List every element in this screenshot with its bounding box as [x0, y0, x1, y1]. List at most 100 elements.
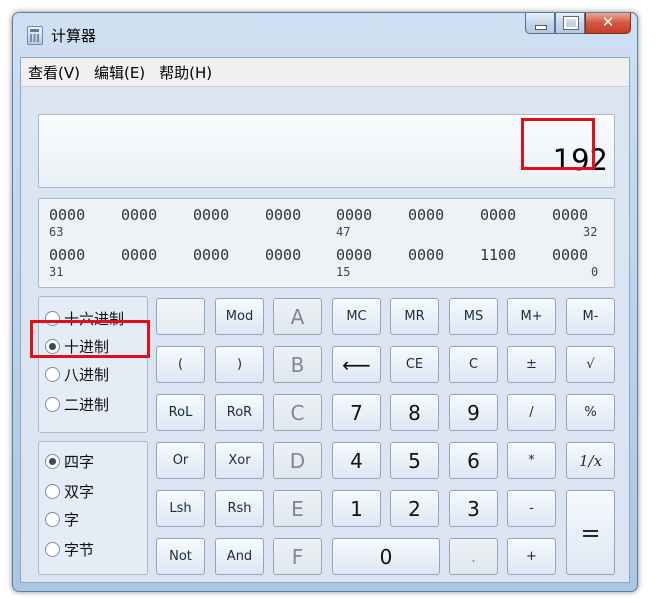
menu-help[interactable]: 帮助(H): [152, 62, 219, 83]
right-shift-button[interactable]: Rsh: [215, 490, 264, 527]
bit-group: 0000: [193, 246, 230, 264]
digit-7-button[interactable]: 7: [332, 394, 381, 431]
calculator-icon: [27, 26, 43, 45]
window-title: 计算器: [51, 27, 97, 45]
hex-d-button[interactable]: D: [273, 442, 322, 479]
backspace-button[interactable]: ⟵: [332, 346, 381, 383]
calculator-window: 计算器 ✕ 查看(V) 编辑(E) 帮助(H) 192 0000 0000 00…: [12, 12, 638, 592]
bit-group: 0000: [336, 246, 373, 264]
digit-6-button[interactable]: 6: [449, 442, 498, 479]
close-icon: ✕: [601, 13, 615, 31]
close-button[interactable]: ✕: [585, 13, 631, 34]
radio-button-icon: [45, 511, 60, 527]
and-button[interactable]: And: [215, 538, 264, 575]
radio-label: 二进制: [64, 395, 110, 414]
rotate-right-button[interactable]: RoR: [215, 394, 264, 431]
or-button[interactable]: Or: [156, 442, 205, 479]
bit-group: 0000: [408, 246, 445, 264]
bit-group: 0000: [552, 206, 589, 224]
radio-oct[interactable]: 八进制: [45, 363, 109, 385]
decimal-button[interactable]: .: [449, 538, 498, 575]
bit-group: 0000: [193, 206, 230, 224]
radio-button-icon: [45, 396, 60, 412]
hex-b-button[interactable]: B: [273, 346, 322, 383]
digit-5-button[interactable]: 5: [390, 442, 439, 479]
reciprocal-button[interactable]: 1/x: [566, 442, 615, 479]
maximize-button[interactable]: [555, 13, 585, 34]
menu-view[interactable]: 查看(V): [21, 62, 87, 83]
memory-add-button[interactable]: M+: [507, 298, 556, 335]
hex-e-button[interactable]: E: [273, 490, 322, 527]
minimize-icon: [535, 25, 547, 30]
radio-button-icon: [45, 453, 60, 469]
radio-button-icon: [45, 541, 60, 557]
bit-index: 15: [336, 265, 351, 279]
clear-entry-button[interactable]: CE: [390, 346, 439, 383]
multiply-button[interactable]: *: [507, 442, 556, 479]
bit-group: 0000: [265, 206, 302, 224]
divide-button[interactable]: /: [507, 394, 556, 431]
digit-8-button[interactable]: 8: [390, 394, 439, 431]
highlight-box-decimal-option: [30, 320, 150, 358]
subtract-button[interactable]: -: [507, 490, 556, 527]
digit-0-button[interactable]: 0: [332, 538, 440, 575]
memory-store-button[interactable]: MS: [449, 298, 498, 335]
digit-2-button[interactable]: 2: [390, 490, 439, 527]
title-bar[interactable]: 计算器 ✕: [13, 13, 637, 53]
digit-3-button[interactable]: 3: [449, 490, 498, 527]
add-button[interactable]: +: [507, 538, 556, 575]
radio-bin[interactable]: 二进制: [45, 393, 109, 415]
rotate-left-button[interactable]: RoL: [156, 394, 205, 431]
radio-word[interactable]: 字: [45, 508, 79, 530]
bit-group: 0000: [121, 206, 158, 224]
bit-group: 0000: [49, 206, 86, 224]
bit-group: 0000: [480, 206, 517, 224]
radio-label: 字: [64, 510, 80, 529]
radio-label: 字节: [64, 540, 95, 559]
bit-group: 0000: [408, 206, 445, 224]
radio-byte[interactable]: 字节: [45, 538, 94, 560]
digit-4-button[interactable]: 4: [332, 442, 381, 479]
bit-group: 1100: [480, 246, 517, 264]
mod-button[interactable]: Mod: [215, 298, 264, 335]
bit-index: 31: [49, 265, 64, 279]
hex-f-button[interactable]: F: [273, 538, 322, 575]
bit-index: 63: [49, 225, 64, 239]
not-button[interactable]: Not: [156, 538, 205, 575]
bit-group: 0000: [265, 246, 302, 264]
hex-c-button[interactable]: C: [273, 394, 322, 431]
memory-recall-button[interactable]: MR: [390, 298, 439, 335]
percent-button[interactable]: %: [566, 394, 615, 431]
digit-9-button[interactable]: 9: [449, 394, 498, 431]
right-paren-button[interactable]: ): [215, 346, 264, 383]
binary-bit-display: 0000 0000 0000 0000 0000 0000 0000 0000 …: [38, 198, 615, 288]
memory-clear-button[interactable]: MC: [332, 298, 381, 335]
radio-label: 四字: [64, 452, 95, 471]
radio-button-icon: [45, 483, 60, 499]
left-paren-button[interactable]: (: [156, 346, 205, 383]
minimize-button[interactable]: [525, 13, 555, 34]
radio-label: 双字: [64, 482, 95, 501]
radio-qword[interactable]: 四字: [45, 450, 94, 472]
bit-group: 0000: [552, 246, 589, 264]
bit-index: 0: [591, 265, 599, 279]
menu-edit[interactable]: 编辑(E): [87, 62, 152, 83]
clear-button[interactable]: C: [449, 346, 498, 383]
hex-a-button[interactable]: A: [273, 298, 322, 335]
sqrt-button[interactable]: √: [566, 346, 615, 383]
radio-label: 八进制: [64, 365, 110, 384]
xor-button[interactable]: Xor: [215, 442, 264, 479]
bit-index: 47: [336, 225, 351, 239]
digit-1-button[interactable]: 1: [332, 490, 381, 527]
equals-button[interactable]: =: [566, 490, 615, 575]
radio-button-icon: [45, 366, 60, 382]
maximize-icon: [563, 16, 579, 30]
base-selector: 十六进制 十进制 八进制 二进制: [38, 296, 148, 433]
left-shift-button[interactable]: Lsh: [156, 490, 205, 527]
radio-dword[interactable]: 双字: [45, 480, 94, 502]
memory-subtract-button[interactable]: M-: [566, 298, 615, 335]
menu-bar: 查看(V) 编辑(E) 帮助(H): [21, 58, 629, 87]
negate-button[interactable]: ±: [507, 346, 556, 383]
highlight-box-result: [521, 118, 595, 170]
blank-key: [156, 298, 205, 335]
